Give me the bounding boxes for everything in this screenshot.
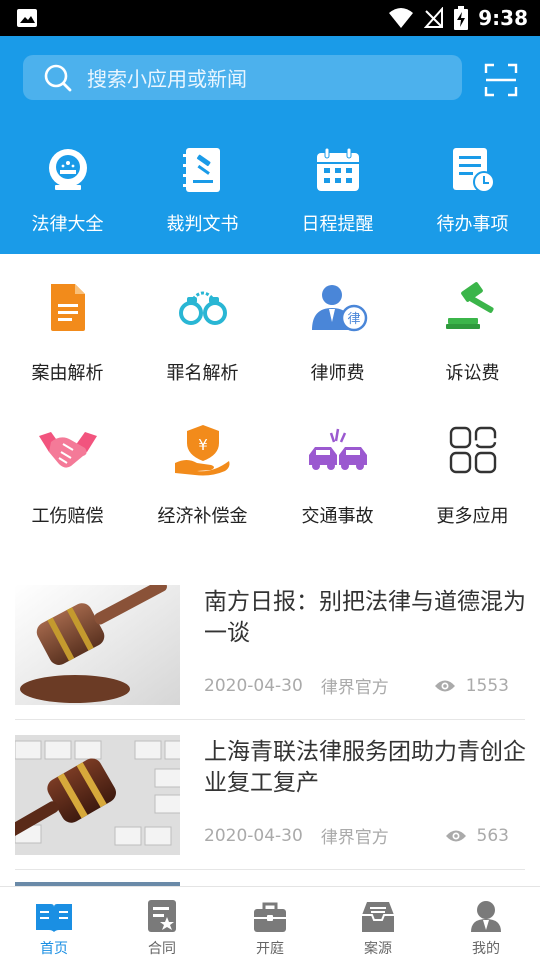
svg-text:律: 律: [347, 312, 360, 327]
app-label: 交通事故: [301, 506, 374, 527]
nav-case-source[interactable]: 案源: [324, 887, 432, 960]
news-item[interactable]: 上海青联法律服务团助力青创企业复工复产 2020-04-30 律界官方 563: [15, 735, 526, 885]
tool-schedule[interactable]: 日程提醒: [270, 136, 405, 246]
app-label: 经济补偿金: [157, 506, 248, 527]
app-litigation-fee[interactable]: 诉讼费: [405, 277, 540, 385]
news-title[interactable]: 上海青联法律服务团助力青创企业复工复产: [204, 737, 526, 799]
search-placeholder: 搜索小应用或新闻: [87, 67, 247, 91]
contract-icon: [148, 900, 176, 932]
handshake-icon: [38, 432, 97, 468]
app-label: 律师费: [310, 363, 365, 384]
news-title[interactable]: 南方日报：别把法律与道德混为一谈: [204, 587, 526, 649]
scan-icon[interactable]: [484, 63, 518, 97]
battery-charging-icon: [454, 6, 469, 30]
apps-row-2: 工伤赔偿 ¥ 经济补偿金 交通事故 更多应用: [0, 420, 540, 528]
document-icon: [50, 284, 85, 331]
news-source: 律界官方: [320, 678, 389, 698]
nav-court[interactable]: 开庭: [216, 887, 324, 960]
nav-label: 案源: [364, 941, 392, 957]
news-thumbnail: [15, 735, 180, 855]
app-label: 诉讼费: [445, 363, 500, 384]
wifi-icon: [389, 8, 414, 28]
news-date: 2020-04-30: [204, 675, 303, 696]
home-book-icon: [36, 904, 72, 932]
app-economic-compensation[interactable]: ¥ 经济补偿金: [135, 420, 270, 528]
nav-label: 首页: [40, 941, 68, 957]
nav-label: 合同: [148, 941, 176, 957]
eye-icon: [434, 680, 455, 691]
divider: [15, 869, 525, 870]
tool-label: 法律大全: [31, 214, 104, 235]
nav-label: 开庭: [256, 941, 284, 957]
app-label: 案由解析: [31, 363, 104, 384]
status-bar: 9:38: [0, 0, 540, 36]
view-count: 563: [476, 825, 509, 846]
news-thumbnail: [15, 585, 180, 705]
inbox-icon: [362, 902, 394, 932]
news-meta: 2020-04-30 律界官方 1553: [204, 673, 509, 699]
view-count: 1553: [465, 675, 509, 696]
lawyer-icon: 律: [311, 285, 367, 332]
top-tools: 法律大全 裁判文书 日程提醒 待办事项: [0, 136, 540, 246]
gallery-notification-icon: [17, 9, 37, 27]
app-injury-compensation[interactable]: 工伤赔偿: [0, 420, 135, 528]
tool-label: 裁判文书: [166, 214, 239, 235]
search-icon: [44, 64, 72, 91]
tool-judgments[interactable]: 裁判文书: [135, 136, 270, 246]
news-views: 1553: [434, 676, 509, 696]
tool-label: 待办事项: [436, 214, 509, 235]
profile-icon: [471, 901, 501, 932]
header: 搜索小应用或新闻 法律大全 裁判文书 日程提醒 待办事项: [0, 36, 540, 254]
todo-list-icon: [452, 148, 495, 193]
tool-law-library[interactable]: 法律大全: [0, 136, 135, 246]
nav-profile[interactable]: 我的: [432, 887, 540, 960]
app-label: 罪名解析: [166, 363, 239, 384]
handcuffs-icon: [178, 291, 227, 325]
search-bar[interactable]: 搜索小应用或新闻: [23, 55, 462, 100]
news-item[interactable]: 南方日报：别把法律与道德混为一谈 2020-04-30 律界官方 1553: [15, 585, 526, 735]
briefcase-icon: [254, 902, 286, 932]
divider: [15, 719, 525, 720]
app-label: 工伤赔偿: [31, 506, 104, 527]
news-source: 律界官方: [320, 828, 389, 848]
nav-home[interactable]: 首页: [0, 887, 108, 960]
car-crash-icon: [308, 428, 367, 470]
eye-icon: [445, 830, 466, 841]
tool-todo[interactable]: 待办事项: [405, 136, 540, 246]
news-date: 2020-04-30: [204, 825, 303, 846]
gavel-icon: [445, 282, 494, 329]
app-crime-analysis[interactable]: 罪名解析: [135, 277, 270, 385]
judgment-document-icon: [182, 148, 220, 192]
clock: 9:38: [478, 6, 528, 30]
app-label: 更多应用: [436, 506, 509, 527]
app-traffic-accident[interactable]: 交通事故: [270, 420, 405, 528]
law-emblem-icon: [48, 149, 87, 190]
no-signal-icon: [424, 7, 444, 28]
calendar-icon: [316, 147, 359, 191]
app-case-analysis[interactable]: 案由解析: [0, 277, 135, 385]
bottom-nav: 首页 合同 开庭 案源 我的: [0, 886, 540, 960]
tool-label: 日程提醒: [301, 214, 374, 235]
svg-text:¥: ¥: [198, 436, 208, 454]
nav-contract[interactable]: 合同: [108, 887, 216, 960]
compensation-hand-icon: ¥: [174, 425, 229, 476]
app-more[interactable]: 更多应用: [405, 420, 540, 528]
news-views: 563: [445, 826, 509, 846]
nav-label: 我的: [472, 941, 500, 957]
news-meta: 2020-04-30 律界官方 563: [204, 823, 509, 849]
app-lawyer-fee[interactable]: 律 律师费: [270, 277, 405, 385]
more-apps-icon: [449, 426, 496, 474]
apps-row-1: 案由解析 罪名解析 律 律师费 诉讼费: [0, 277, 540, 385]
